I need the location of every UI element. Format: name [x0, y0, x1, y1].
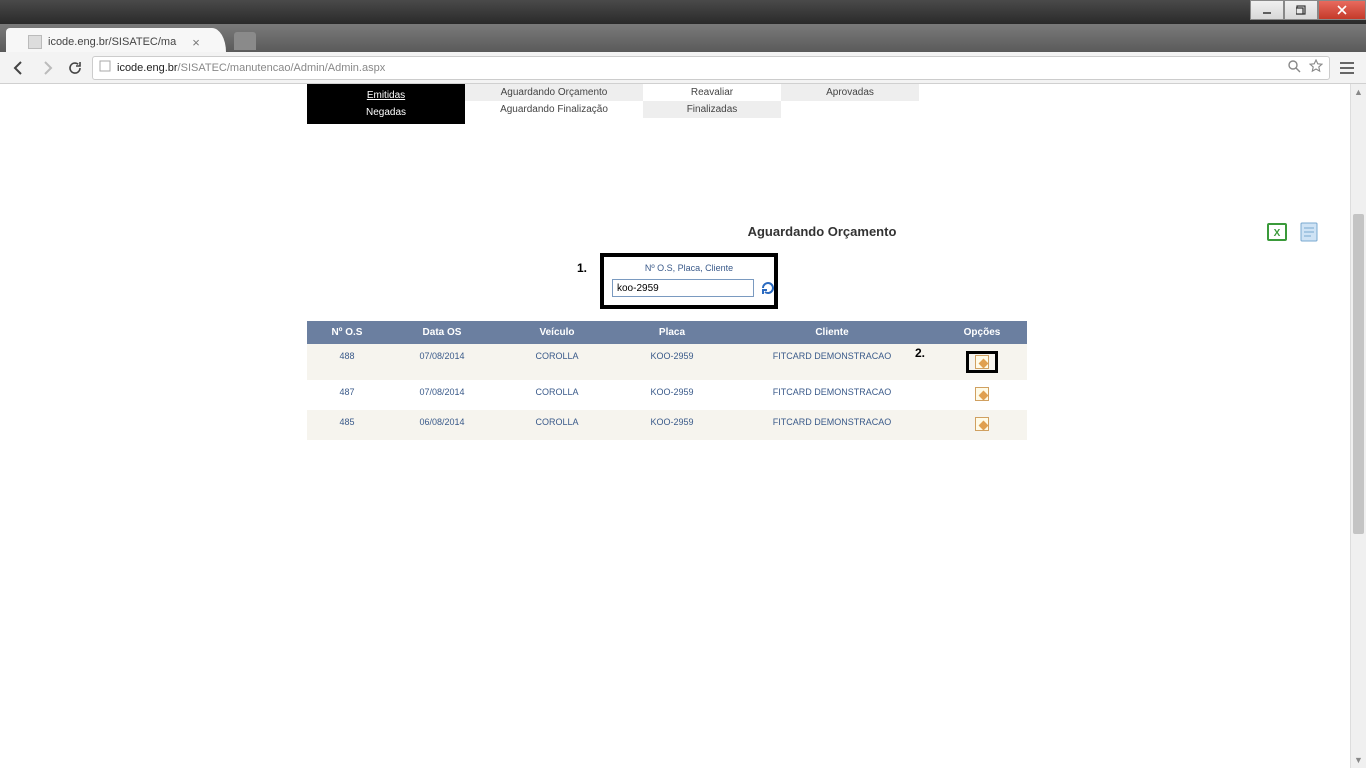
- th-os: Nº O.S: [307, 321, 387, 344]
- row-edit-highlight: [966, 351, 998, 373]
- section-title: Aguardando Orçamento: [307, 224, 1337, 239]
- scroll-up-button[interactable]: ▲: [1351, 84, 1366, 100]
- cell-veiculo: COROLLA: [497, 344, 617, 380]
- cell-opcoes: 2.: [937, 344, 1027, 380]
- window-close-button[interactable]: [1318, 0, 1366, 20]
- cell-veiculo: COROLLA: [497, 380, 617, 410]
- page-icon: [28, 35, 42, 49]
- chrome-menu-button[interactable]: [1336, 57, 1358, 79]
- window-titlebar: [0, 0, 1366, 24]
- search-submit-icon[interactable]: [760, 279, 776, 297]
- browser-toolbar: icode.eng.br/SISATEC/manutencao/Admin/Ad…: [0, 52, 1366, 84]
- tab-close-icon[interactable]: ×: [192, 35, 200, 50]
- search-input[interactable]: [612, 279, 754, 297]
- cell-opcoes: [937, 410, 1027, 440]
- tab-aguardando-finalizacao[interactable]: Aguardando Finalização: [465, 101, 643, 118]
- browser-tab-active[interactable]: icode.eng.br/SISATEC/ma ×: [6, 28, 226, 52]
- cell-os[interactable]: 485: [307, 410, 387, 440]
- table-row: 488 07/08/2014 COROLLA KOO-2959 FITCARD …: [307, 344, 1027, 380]
- window-maximize-button[interactable]: [1284, 0, 1318, 20]
- cell-os[interactable]: 487: [307, 380, 387, 410]
- table-header: Nº O.S Data OS Veículo Placa Cliente Opç…: [307, 321, 1027, 344]
- edit-icon[interactable]: [975, 417, 989, 431]
- url-host: icode.eng.br: [117, 62, 178, 74]
- browser-tabstrip: icode.eng.br/SISATEC/ma ×: [0, 24, 1366, 52]
- orders-table: Nº O.S Data OS Veículo Placa Cliente Opç…: [307, 321, 1027, 440]
- svg-text:X: X: [1274, 228, 1281, 239]
- site-info-icon[interactable]: [99, 60, 111, 75]
- th-placa: Placa: [617, 321, 727, 344]
- back-button[interactable]: [8, 57, 30, 79]
- scroll-down-button[interactable]: ▼: [1351, 752, 1366, 768]
- export-excel-icon[interactable]: X: [1265, 220, 1289, 244]
- tab-reavaliar[interactable]: Reavaliar: [643, 84, 781, 101]
- window-minimize-button[interactable]: [1250, 0, 1284, 20]
- table-row: 487 07/08/2014 COROLLA KOO-2959 FITCARD …: [307, 380, 1027, 410]
- vertical-scrollbar[interactable]: ▲ ▼: [1350, 84, 1366, 768]
- tab-emitidas[interactable]: Emitidas: [310, 87, 462, 104]
- cell-cliente[interactable]: FITCARD DEMONSTRACAO: [727, 410, 937, 440]
- bookmark-star-icon[interactable]: [1309, 59, 1323, 76]
- cell-cliente[interactable]: FITCARD DEMONSTRACAO: [727, 344, 937, 380]
- forward-button[interactable]: [36, 57, 58, 79]
- status-filter-tabs: Emitidas Negadas Aguardando Orçamento Ag…: [307, 84, 1027, 124]
- table-row: 485 06/08/2014 COROLLA KOO-2959 FITCARD …: [307, 410, 1027, 440]
- tab-negadas[interactable]: Negadas: [310, 104, 462, 121]
- tab-title: icode.eng.br/SISATEC/ma: [48, 36, 176, 48]
- th-data: Data OS: [387, 321, 497, 344]
- edit-icon[interactable]: [975, 355, 989, 369]
- cell-cliente[interactable]: FITCARD DEMONSTRACAO: [727, 380, 937, 410]
- cell-placa: KOO-2959: [617, 344, 727, 380]
- cell-placa: KOO-2959: [617, 410, 727, 440]
- cell-os[interactable]: 488: [307, 344, 387, 380]
- reload-button[interactable]: [64, 57, 86, 79]
- tab-aprovadas[interactable]: Aprovadas: [781, 84, 919, 101]
- edit-icon[interactable]: [975, 387, 989, 401]
- search-box: Nº O.S, Placa, Cliente: [600, 253, 778, 309]
- url-path: /SISATEC/manutencao/Admin/Admin.aspx: [178, 62, 386, 74]
- new-tab-button[interactable]: [234, 32, 256, 50]
- th-cliente: Cliente: [727, 321, 937, 344]
- address-bar[interactable]: icode.eng.br/SISATEC/manutencao/Admin/Ad…: [92, 56, 1330, 80]
- search-label: Nº O.S, Placa, Cliente: [612, 263, 766, 273]
- tab-finalizadas[interactable]: Finalizadas: [643, 101, 781, 118]
- cell-opcoes: [937, 380, 1027, 410]
- th-opcoes: Opções: [937, 321, 1027, 344]
- cell-placa: KOO-2959: [617, 380, 727, 410]
- annotation-marker-1: 1.: [577, 261, 587, 275]
- cell-data: 07/08/2014: [387, 380, 497, 410]
- zoom-icon[interactable]: [1287, 59, 1301, 76]
- tab-aguardando-orcamento[interactable]: Aguardando Orçamento: [465, 84, 643, 101]
- scroll-thumb[interactable]: [1353, 214, 1364, 534]
- window-controls: [1250, 0, 1366, 20]
- cell-veiculo: COROLLA: [497, 410, 617, 440]
- export-document-icon[interactable]: [1297, 220, 1321, 244]
- page-viewport: Emitidas Negadas Aguardando Orçamento Ag…: [0, 84, 1366, 768]
- annotation-marker-2: 2.: [915, 346, 925, 360]
- th-veiculo: Veículo: [497, 321, 617, 344]
- cell-data: 06/08/2014: [387, 410, 497, 440]
- status-col-emitidas-negadas: Emitidas Negadas: [307, 84, 465, 124]
- cell-data: 07/08/2014: [387, 344, 497, 380]
